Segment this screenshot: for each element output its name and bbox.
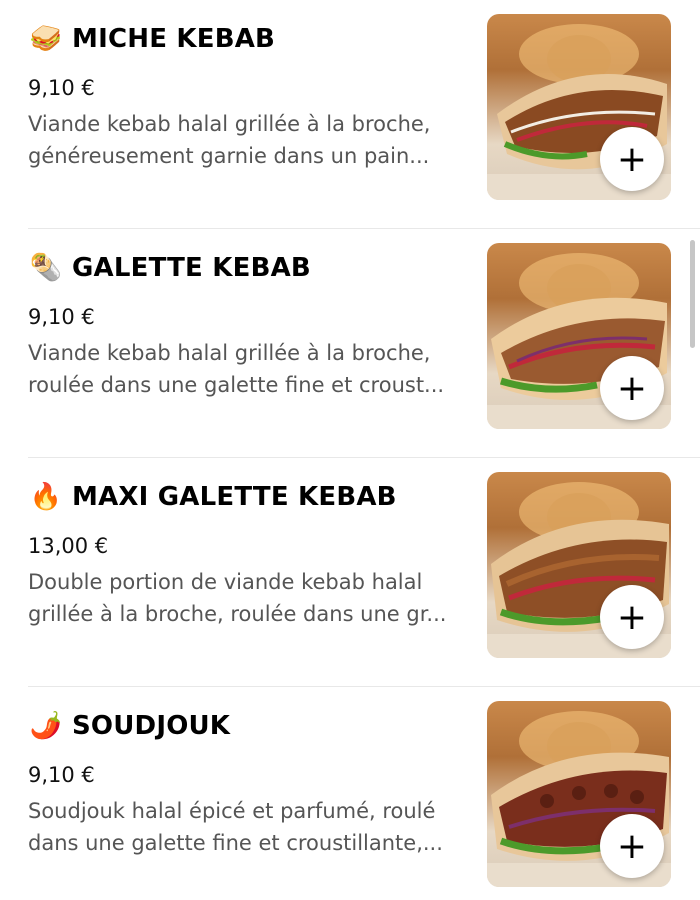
item-description: Soudjouk halal épicé et parfumé, roulé d… bbox=[28, 799, 443, 855]
menu-item[interactable]: 🔥 MAXI GALETTE KEBAB 13,00 € Double port… bbox=[0, 458, 700, 687]
item-title: 🌯 GALETTE KEBAB bbox=[28, 253, 311, 283]
item-price: 9,10 € bbox=[28, 763, 95, 787]
scrollbar[interactable] bbox=[690, 240, 695, 348]
item-name: MAXI GALETTE KEBAB bbox=[72, 482, 397, 512]
item-price: 9,10 € bbox=[28, 76, 95, 100]
add-to-cart-button[interactable]: + bbox=[600, 356, 664, 420]
item-title: 🌶️ SOUDJOUK bbox=[28, 711, 230, 741]
item-description: Double portion de viande kebab halal gri… bbox=[28, 570, 447, 626]
item-name: GALETTE KEBAB bbox=[72, 253, 311, 283]
add-to-cart-button[interactable]: + bbox=[600, 585, 664, 649]
item-price: 13,00 € bbox=[28, 534, 109, 558]
chili-pepper-icon: 🌶️ bbox=[29, 711, 63, 741]
item-title: 🥪 MICHE KEBAB bbox=[28, 24, 275, 54]
menu-item[interactable]: 🥪 MICHE KEBAB 9,10 € Viande kebab halal … bbox=[0, 0, 700, 229]
item-price: 9,10 € bbox=[28, 305, 95, 329]
menu-list: 🥪 MICHE KEBAB 9,10 € Viande kebab halal … bbox=[0, 0, 700, 900]
menu-item[interactable]: 🌶️ SOUDJOUK 9,10 € Soudjouk halal épicé … bbox=[0, 687, 700, 900]
item-title: 🔥 MAXI GALETTE KEBAB bbox=[28, 482, 397, 512]
item-description: Viande kebab halal grillée à la broche, … bbox=[28, 112, 431, 168]
sandwich-icon: 🥪 bbox=[29, 24, 63, 54]
add-to-cart-button[interactable]: + bbox=[600, 127, 664, 191]
burrito-icon: 🌯 bbox=[29, 253, 63, 283]
add-to-cart-button[interactable]: + bbox=[600, 814, 664, 878]
fire-icon: 🔥 bbox=[29, 482, 63, 512]
item-description: Viande kebab halal grillée à la broche, … bbox=[28, 341, 445, 397]
menu-item[interactable]: 🌯 GALETTE KEBAB 9,10 € Viande kebab hala… bbox=[0, 229, 700, 458]
item-name: MICHE KEBAB bbox=[72, 24, 276, 54]
item-name: SOUDJOUK bbox=[72, 711, 231, 741]
